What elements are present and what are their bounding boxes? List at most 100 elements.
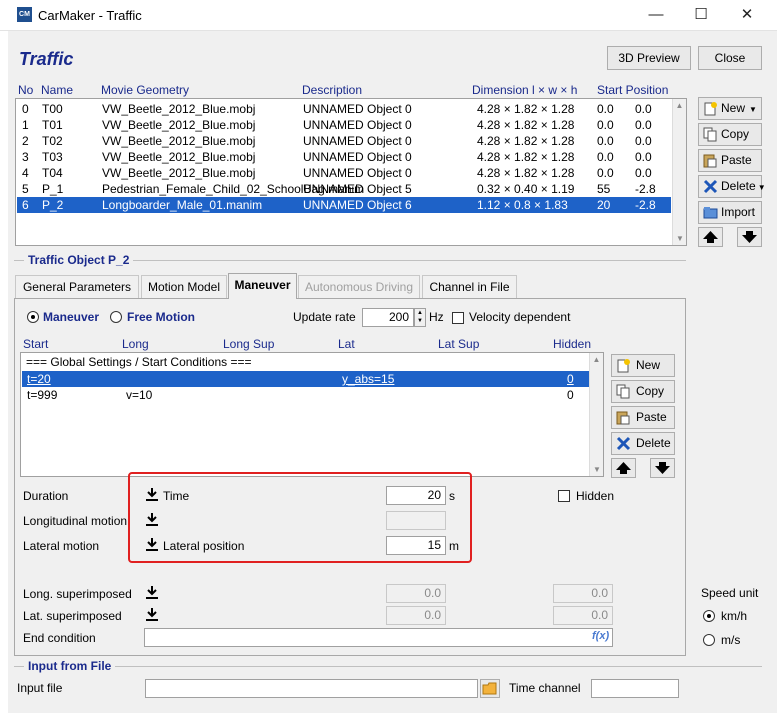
velocity-dependent-checkbox[interactable]: [452, 312, 464, 324]
col-name-header: Name: [41, 83, 74, 97]
col-dimension-header: Dimension l × w × h: [472, 83, 578, 97]
tab-general-parameters[interactable]: General Parameters: [15, 275, 139, 299]
scroll-down-arrow-icon[interactable]: ▼: [673, 234, 687, 243]
end-condition-label: End condition: [23, 631, 96, 645]
traffic-cell-no: 5: [22, 182, 29, 196]
global-settings-row[interactable]: === Global Settings / Start Conditions =…: [26, 355, 251, 369]
traffic-cell-s: 0.0: [597, 134, 614, 148]
maneuver-new-button[interactable]: New: [611, 354, 675, 377]
traffic-row-selected[interactable]: 6 P_2 Longboarder_Male_01.manim UNNAMED Obj…: [17, 197, 671, 213]
maneuver-delete-button[interactable]: Delete: [611, 432, 675, 455]
download-mode-icon[interactable]: [145, 585, 159, 600]
man-col-long: Long: [122, 337, 149, 351]
time-channel-field[interactable]: [591, 679, 679, 698]
traffic-row[interactable]: 1 T01 VW_Beetle_2012_Blue.mobj UNNAMED Obje…: [17, 117, 671, 133]
hidden-label: Hidden: [576, 489, 615, 503]
import-folder-icon: [703, 207, 718, 219]
free-motion-radio-label[interactable]: Free Motion: [127, 310, 195, 324]
update-rate-spinner[interactable]: ▲ ▼: [414, 308, 426, 327]
kmh-radio[interactable]: [703, 610, 715, 622]
hidden-checkbox[interactable]: [558, 490, 570, 502]
input-file-field[interactable]: [145, 679, 478, 698]
maneuver-list-scrollbar[interactable]: ▲ ▼: [589, 353, 603, 476]
delete-x-icon: [703, 179, 718, 194]
maneuver-row-selected[interactable]: t=20 y_abs=15 0: [22, 371, 589, 387]
carmaker-app-icon: CM: [17, 7, 32, 22]
maneuver-move-up-button[interactable]: [611, 458, 636, 478]
maneuver-list[interactable]: === Global Settings / Start Conditions =…: [20, 352, 604, 477]
traffic-cell-dim: 4.28 × 1.82 × 1.28: [477, 102, 575, 116]
traffic-cell-geometry: VW_Beetle_2012_Blue.mobj: [102, 134, 256, 148]
maneuver-paste-button[interactable]: Paste: [611, 406, 675, 429]
traffic-cell-desc: UNNAMED Object 0: [303, 118, 412, 132]
input-from-file-title: Input from File: [24, 659, 116, 673]
traffic-row[interactable]: 0 T00 VW_Beetle_2012_Blue.mobj UNNAMED Obje…: [17, 101, 671, 117]
traffic-row[interactable]: 3 T03 VW_Beetle_2012_Blue.mobj UNNAMED Obje…: [17, 149, 671, 165]
arrow-down-icon: [655, 462, 670, 474]
paste-icon: [703, 154, 717, 168]
scroll-up-arrow-icon[interactable]: ▲: [673, 101, 686, 110]
maneuver-move-down-button[interactable]: [650, 458, 675, 478]
import-object-button[interactable]: Import: [698, 201, 762, 224]
traffic-row[interactable]: 2 T02 VW_Beetle_2012_Blue.mobj UNNAMED Obje…: [17, 133, 671, 149]
traffic-object-list[interactable]: 0 T00 VW_Beetle_2012_Blue.mobj UNNAMED Obje…: [15, 98, 687, 246]
lat-superimposed-input-2: 0.0: [553, 606, 613, 625]
man-col-start: Start: [23, 337, 49, 351]
update-rate-input[interactable]: 200: [362, 308, 414, 327]
tab-maneuver[interactable]: Maneuver: [228, 273, 297, 299]
traffic-cell-no: 4: [22, 166, 29, 180]
paste-object-button[interactable]: Paste: [698, 149, 762, 172]
download-mode-icon[interactable]: [145, 607, 159, 622]
end-condition-input[interactable]: [144, 628, 613, 647]
traffic-list-scrollbar[interactable]: ▲ ▼: [672, 99, 686, 245]
maneuver-hidden-cell: 0: [567, 388, 574, 402]
scroll-up-arrow-icon[interactable]: ▲: [590, 355, 603, 364]
formula-fx-icon[interactable]: f(x): [592, 630, 609, 642]
move-up-button[interactable]: [698, 227, 723, 247]
traffic-cell-t: 0.0: [635, 134, 652, 148]
traffic-cell-name: P_2: [42, 198, 64, 212]
new-label: New: [636, 358, 661, 372]
close-button[interactable]: Close: [698, 46, 762, 70]
maximize-button[interactable]: ☐: [678, 0, 724, 30]
lat-superimposed-label: Lat. superimposed: [23, 609, 122, 623]
copy-icon: [703, 127, 717, 142]
traffic-cell-desc: UNNAMED Object 0: [303, 102, 412, 116]
traffic-cell-s: 0.0: [597, 166, 614, 180]
copy-object-button[interactable]: Copy: [698, 123, 762, 146]
traffic-cell-dim: 4.28 × 1.82 × 1.28: [477, 150, 575, 164]
traffic-row[interactable]: 5 P_1 Pedestrian_Female_Child_02_SchoolBag…: [17, 181, 671, 197]
duration-label: Duration: [23, 489, 69, 503]
update-rate-unit: Hz: [429, 310, 444, 324]
maneuver-copy-button[interactable]: Copy: [611, 380, 675, 403]
traffic-cell-name: T04: [42, 166, 63, 180]
input-file-separator: [14, 666, 762, 667]
traffic-row[interactable]: 4 T04 VW_Beetle_2012_Blue.mobj UNNAMED Obje…: [17, 165, 671, 181]
minimize-button[interactable]: —: [633, 0, 679, 30]
traffic-cell-name: T02: [42, 134, 63, 148]
maneuver-radio-label[interactable]: Maneuver: [43, 310, 99, 324]
tab-motion-model[interactable]: Motion Model: [141, 275, 227, 299]
3d-preview-button[interactable]: 3D Preview: [607, 46, 691, 70]
move-down-button[interactable]: [737, 227, 762, 247]
close-window-button[interactable]: ✕: [724, 0, 770, 30]
arrow-down-icon: [742, 231, 757, 243]
delete-object-button[interactable]: Delete ▼: [698, 175, 766, 198]
new-label: New: [721, 101, 746, 115]
maneuver-row[interactable]: t=999 v=10 0: [22, 387, 589, 403]
new-object-button[interactable]: New ▼: [698, 97, 762, 120]
free-motion-radio[interactable]: [110, 311, 122, 323]
man-col-lat-sup: Lat Sup: [438, 337, 480, 351]
traffic-cell-dim: 4.28 × 1.82 × 1.28: [477, 118, 575, 132]
tab-channel-in-file[interactable]: Channel in File: [422, 275, 517, 299]
browse-button[interactable]: [480, 679, 500, 698]
maneuver-long-cell: v=10: [126, 388, 153, 402]
scroll-down-arrow-icon[interactable]: ▼: [590, 465, 604, 474]
traffic-cell-desc: UNNAMED Object 5: [303, 182, 412, 196]
traffic-cell-dim: 1.12 × 0.8 × 1.83: [477, 198, 568, 212]
maneuver-radio[interactable]: [27, 311, 39, 323]
traffic-cell-geometry: Longboarder_Male_01.manim: [102, 198, 263, 212]
traffic-cell-no: 0: [22, 102, 29, 116]
delete-label: Delete: [636, 436, 671, 450]
ms-radio[interactable]: [703, 634, 715, 646]
